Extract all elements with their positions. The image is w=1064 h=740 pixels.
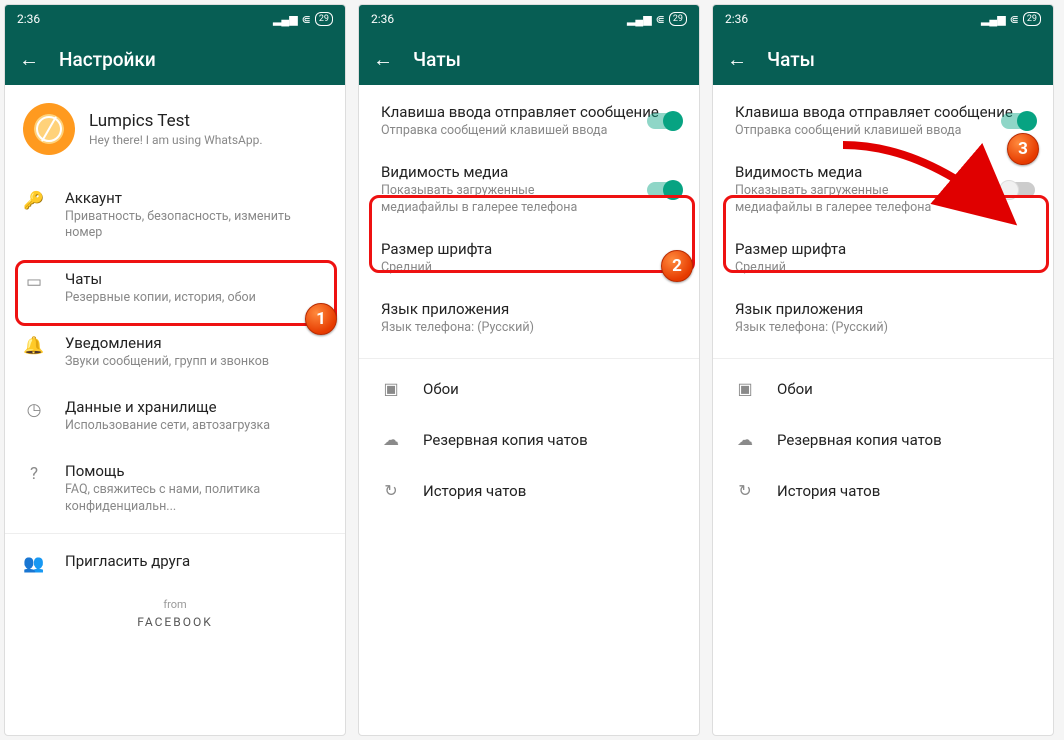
toggle-enter-sends[interactable]: [647, 113, 681, 129]
battery-icon: 29: [669, 12, 687, 26]
profile-row[interactable]: Lumpics Test Hey there! I am using Whats…: [5, 85, 345, 175]
settings-list: 🔑 Аккаунт Приватность, безопасность, изм…: [5, 175, 345, 735]
row-app-language[interactable]: Язык приложения Язык телефона: (Русский): [359, 288, 699, 348]
clock: 2:36: [725, 12, 748, 26]
chat-icon: ▭: [23, 272, 45, 292]
item-help[interactable]: ? Помощь FAQ, свяжитесь с нами, политика…: [5, 448, 345, 529]
row-enter-sends[interactable]: Клавиша ввода отправляет сообщение Отпра…: [359, 91, 699, 151]
row-app-language[interactable]: Язык приложения Язык телефона: (Русский): [713, 288, 1053, 348]
signal-icon: ▂▄▆: [273, 13, 298, 26]
toggle-enter-sends[interactable]: [1001, 113, 1035, 129]
wallpaper-icon: ▣: [735, 379, 755, 398]
row-wallpaper[interactable]: ▣ Обои: [359, 363, 699, 414]
row-enter-sends[interactable]: Клавиша ввода отправляет сообщение Отпра…: [713, 91, 1053, 151]
chat-settings-group: Клавиша ввода отправляет сообщение Отпра…: [713, 85, 1053, 354]
back-icon[interactable]: [373, 47, 393, 72]
app-bar: Чаты: [713, 33, 1053, 85]
bell-icon: 🔔: [23, 336, 45, 356]
page-title: Настройки: [59, 48, 156, 71]
chat-settings-group: Клавиша ввода отправляет сообщение Отпра…: [359, 85, 699, 354]
item-data-storage[interactable]: ◷ Данные и хранилище Использование сети,…: [5, 384, 345, 448]
battery-icon: 29: [315, 12, 333, 26]
key-icon: 🔑: [23, 191, 45, 211]
status-icons: ▂▄▆ ⋐ 29: [273, 12, 333, 26]
profile-name: Lumpics Test: [89, 111, 263, 131]
status-bar: 2:36 ▂▄▆ ⋐ 29: [359, 5, 699, 33]
page-title: Чаты: [413, 48, 461, 71]
app-bar: Настройки: [5, 33, 345, 85]
row-wallpaper[interactable]: ▣ Обои: [713, 363, 1053, 414]
wifi-icon: ⋐: [302, 13, 311, 26]
clock: 2:36: [17, 12, 40, 26]
divider: [359, 358, 699, 359]
from-label: from FACEBOOK: [5, 598, 345, 629]
wifi-icon: ⋐: [1010, 13, 1019, 26]
signal-icon: ▂▄▆: [627, 13, 652, 26]
screen-chats-on: 2:36 ▂▄▆ ⋐ 29 Чаты Клавиша ввода отправл…: [358, 4, 700, 736]
step-badge-3: 3: [1007, 133, 1039, 165]
page-title: Чаты: [767, 48, 815, 71]
row-history[interactable]: ↻ История чатов: [713, 465, 1053, 516]
profile-status: Hey there! I am using WhatsApp.: [89, 133, 263, 147]
cloud-up-icon: ☁: [735, 430, 755, 449]
data-icon: ◷: [23, 400, 45, 420]
item-chats[interactable]: ▭ Чаты Резервные копии, история, обои: [5, 256, 345, 320]
item-account[interactable]: 🔑 Аккаунт Приватность, безопасность, изм…: [5, 175, 345, 256]
back-icon[interactable]: [19, 47, 39, 72]
signal-icon: ▂▄▆: [981, 13, 1006, 26]
item-invite[interactable]: 👥 Пригласить друга: [5, 538, 345, 588]
status-bar: 2:36 ▂▄▆ ⋐ 29: [5, 5, 345, 33]
row-font-size[interactable]: Размер шрифта Средний: [359, 228, 699, 288]
row-font-size[interactable]: Размер шрифта Средний: [713, 228, 1053, 288]
clock: 2:36: [371, 12, 394, 26]
row-media-visibility[interactable]: Видимость медиа Показывать загруженные м…: [713, 151, 1053, 228]
history-icon: ↻: [735, 481, 755, 500]
row-backup[interactable]: ☁ Резервная копия чатов: [713, 414, 1053, 465]
row-backup[interactable]: ☁ Резервная копия чатов: [359, 414, 699, 465]
step-badge-2: 2: [661, 250, 693, 282]
row-media-visibility[interactable]: Видимость медиа Показывать загруженные м…: [359, 151, 699, 228]
status-icons: ▂▄▆ ⋐ 29: [981, 12, 1041, 26]
battery-icon: 29: [1023, 12, 1041, 26]
toggle-media-visibility[interactable]: [1001, 182, 1035, 198]
divider: [5, 533, 345, 534]
avatar: [23, 103, 75, 155]
invite-icon: 👥: [23, 554, 45, 574]
app-bar: Чаты: [359, 33, 699, 85]
cloud-up-icon: ☁: [381, 430, 401, 449]
status-bar: 2:36 ▂▄▆ ⋐ 29: [713, 5, 1053, 33]
status-icons: ▂▄▆ ⋐ 29: [627, 12, 687, 26]
toggle-media-visibility[interactable]: [647, 182, 681, 198]
screen-chats-off: 2:36 ▂▄▆ ⋐ 29 Чаты Клавиша ввода отправл…: [712, 4, 1054, 736]
back-icon[interactable]: [727, 47, 747, 72]
step-badge-1: 1: [305, 303, 337, 335]
history-icon: ↻: [381, 481, 401, 500]
divider: [713, 358, 1053, 359]
wallpaper-icon: ▣: [381, 379, 401, 398]
screen-settings: 2:36 ▂▄▆ ⋐ 29 Настройки Lumpics Test Hey…: [4, 4, 346, 736]
item-notifications[interactable]: 🔔 Уведомления Звуки сообщений, групп и з…: [5, 320, 345, 384]
row-history[interactable]: ↻ История чатов: [359, 465, 699, 516]
help-icon: ?: [23, 464, 45, 484]
wifi-icon: ⋐: [656, 13, 665, 26]
facebook-label: FACEBOOK: [5, 615, 345, 629]
